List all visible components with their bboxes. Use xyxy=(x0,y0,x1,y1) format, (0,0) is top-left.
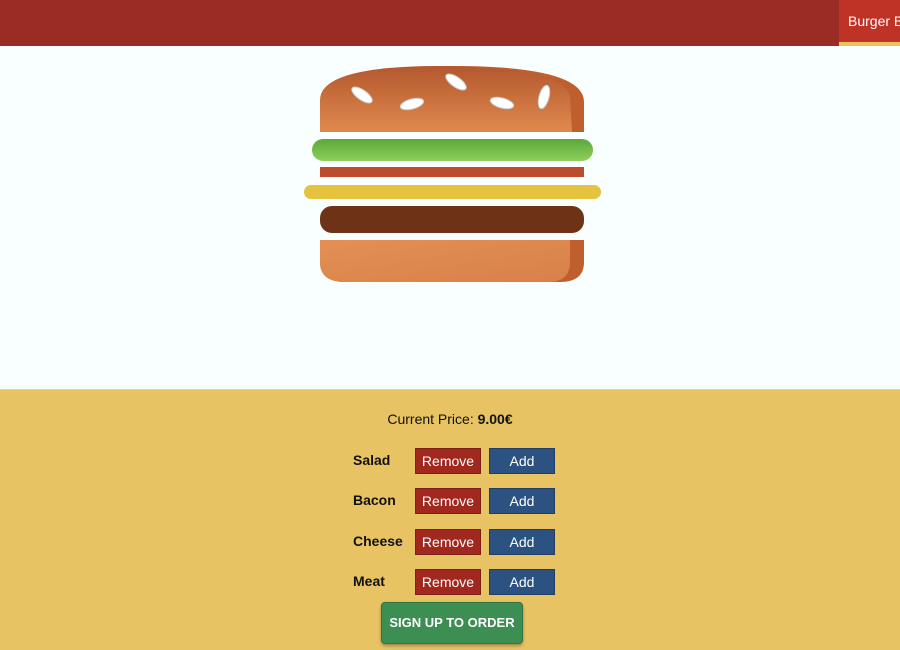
cheese-layer xyxy=(304,185,601,199)
burger-preview xyxy=(0,46,900,389)
ingredient-label-salad: Salad xyxy=(353,452,391,468)
bacon-layer xyxy=(320,167,584,177)
price-value: 9.00€ xyxy=(477,411,513,427)
ingredient-row-cheese: Cheese Remove Add xyxy=(353,529,563,555)
ingredient-row-meat: Meat Remove Add xyxy=(353,569,563,595)
bread-bottom xyxy=(320,240,584,282)
add-meat-button[interactable]: Add xyxy=(489,569,555,595)
build-controls: Current Price: 9.00€ Salad Remove Add Ba… xyxy=(0,389,900,650)
sign-up-to-order-button[interactable]: SIGN UP TO ORDER xyxy=(381,602,523,644)
add-salad-button[interactable]: Add xyxy=(489,448,555,474)
remove-cheese-button[interactable]: Remove xyxy=(415,529,481,555)
remove-meat-button[interactable]: Remove xyxy=(415,569,481,595)
meat-layer xyxy=(320,206,584,233)
ingredient-row-bacon: Bacon Remove Add xyxy=(353,488,563,514)
top-toolbar: Burger Builder xyxy=(0,0,900,46)
current-price: Current Price: 9.00€ xyxy=(0,411,900,427)
price-label: Current Price: xyxy=(387,411,474,427)
ingredient-label-meat: Meat xyxy=(353,573,385,589)
salad-layer xyxy=(312,139,593,161)
remove-salad-button[interactable]: Remove xyxy=(415,448,481,474)
ingredient-label-cheese: Cheese xyxy=(353,533,403,549)
bread-top xyxy=(320,66,584,132)
add-cheese-button[interactable]: Add xyxy=(489,529,555,555)
ingredient-label-bacon: Bacon xyxy=(353,492,396,508)
ingredient-row-salad: Salad Remove Add xyxy=(353,448,563,474)
nav-burger-builder[interactable]: Burger Builder xyxy=(839,0,900,46)
add-bacon-button[interactable]: Add xyxy=(489,488,555,514)
burger-illustration xyxy=(304,66,601,282)
remove-bacon-button[interactable]: Remove xyxy=(415,488,481,514)
